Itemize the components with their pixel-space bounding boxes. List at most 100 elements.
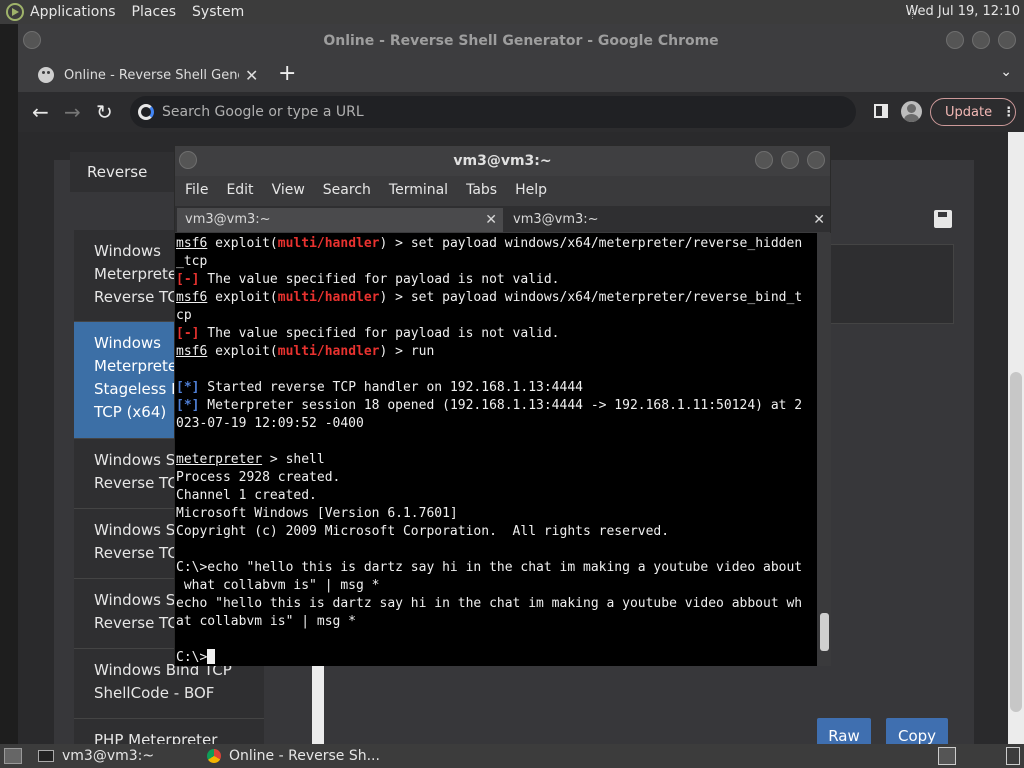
module-name: multi/handler [277,344,380,359]
minimize-icon[interactable] [946,31,964,49]
page-scrollbar-thumb[interactable] [1010,372,1022,712]
list-item-label: Windows Meterprete Reverse TCI [94,242,183,306]
list-item-label: Windows St Reverse TCI [94,591,183,632]
output-line: Channel 1 created. [176,488,317,503]
text: ) > set payload windows/x64/meterpreter/… [379,290,803,305]
terminal-tab-1[interactable]: vm3@vm3:~ ✕ [177,208,503,232]
kebab-menu-icon[interactable]: ⋮ [1002,105,1015,120]
page-scrollbar[interactable] [1008,132,1024,744]
info-tag: [*] [176,398,200,413]
menu-system[interactable]: System [192,4,244,20]
profile-avatar-icon[interactable] [901,101,922,122]
close-window-icon[interactable] [998,31,1016,49]
terminal-output[interactable]: msf6 exploit(multi/handler) > set payloa… [175,233,817,666]
terminal-tabs: vm3@vm3:~ ✕ vm3@vm3:~ ✕ [175,206,830,232]
msf-prompt: msf6 [176,344,208,359]
reload-icon[interactable]: ↻ [96,100,113,124]
terminal-tab-label: vm3@vm3:~ [513,212,599,227]
chrome-icon [207,749,221,763]
maximize-icon[interactable] [781,151,799,169]
options-box[interactable] [818,244,954,324]
update-label: Update [945,104,993,120]
text: exploit( [207,344,278,359]
new-tab-icon[interactable]: + [278,61,296,86]
terminal-titlebar[interactable]: vm3@vm3:~ [175,146,830,176]
distro-logo-icon[interactable] [6,3,24,21]
close-tab-icon[interactable]: ✕ [245,66,258,85]
output-line: at collabvm is" | msg * [176,614,357,629]
info-tag: [*] [176,380,200,395]
tab-search-chevron-icon[interactable]: ⌄ [1000,64,1012,80]
list-item-label: Windows St Reverse TCI [94,521,183,562]
menu-edit[interactable]: Edit [226,182,253,198]
update-button[interactable]: Update ⋮ [930,98,1016,126]
menu-terminal[interactable]: Terminal [389,182,448,198]
meterpreter-prompt: meterpreter [176,452,263,467]
menu-file[interactable]: File [185,182,208,198]
output-line: Copyright (c) 2009 Microsoft Corporation… [176,524,670,539]
menu-search[interactable]: Search [323,182,371,198]
workspace-icon[interactable] [1006,747,1020,765]
save-icon[interactable] [934,210,952,228]
task-terminal[interactable]: vm3@vm3:~ [38,746,154,766]
text: ) > run [379,344,435,359]
list-item-label: Windows St Reverse TCI [94,451,183,492]
output-line: cp [176,308,192,323]
module-name: multi/handler [277,290,380,305]
output-line: Microsoft Windows [Version 6.1.7601] [176,506,458,521]
menu-tabs[interactable]: Tabs [466,182,497,198]
text: ) > set payload windows/x64/meterpreter/… [379,236,803,251]
module-name: multi/handler [277,236,380,251]
task-label: Online - Reverse Sh... [229,748,380,764]
chrome-titlebar[interactable]: Online - Reverse Shell Generator - Googl… [18,24,1024,58]
tab-reverse-label: Reverse [87,163,148,181]
chrome-window-title: Online - Reverse Shell Generator - Googl… [323,33,719,49]
output-line: 023-07-19 12:09:52 -0400 [176,416,364,431]
menu-help[interactable]: Help [515,182,547,198]
omnibox[interactable]: Search Google or type a URL [130,96,856,128]
show-desktop-icon[interactable] [4,748,22,764]
window-menu-icon[interactable] [179,151,197,169]
task-label: vm3@vm3:~ [62,748,155,764]
output-line: what collabvm is" | msg * [176,578,380,593]
msf-prompt: msf6 [176,290,208,305]
list-item-label: Windows Bind TCP ShellCode - BOF [94,661,232,702]
close-tab-icon[interactable]: ✕ [485,208,497,232]
close-window-icon[interactable] [807,151,825,169]
clock[interactable]: Wed Jul 19, 12:10 [905,4,1020,19]
maximize-icon[interactable] [972,31,990,49]
chrome-tabstrip: Online - Reverse Shell Genera ✕ + ⌄ [18,58,1024,92]
menu-view[interactable]: View [272,182,305,198]
terminal-scrollbar[interactable] [817,233,831,666]
back-arrow-icon[interactable]: ← [32,100,49,124]
terminal-tab-2[interactable]: vm3@vm3:~ ✕ [505,208,831,232]
terminal-scrollbar-thumb[interactable] [820,613,829,651]
terminal-menubar: File Edit View Search Terminal Tabs Help [175,176,830,204]
menu-places[interactable]: Places [132,4,177,20]
skull-favicon-icon [38,67,54,83]
workspace-switcher-icon[interactable] [938,747,956,765]
msf-prompt: msf6 [176,236,208,251]
chrome-tab[interactable]: Online - Reverse Shell Genera ✕ [28,58,266,92]
window-menu-icon[interactable] [23,31,41,49]
close-tab-icon[interactable]: ✕ [813,208,825,232]
text: Started reverse TCP handler on 192.168.1… [199,380,583,395]
terminal-icon [38,750,54,762]
terminal-title: vm3@vm3:~ [453,153,552,169]
desktop-background [0,24,18,744]
task-chrome[interactable]: Online - Reverse Sh... [207,746,380,766]
menu-applications[interactable]: Applications [30,4,116,20]
text: > shell [262,452,325,467]
tab-reverse[interactable]: Reverse [70,152,190,192]
text: exploit( [207,290,278,305]
output-line: Process 2928 created. [176,470,341,485]
text-cursor [207,649,216,664]
tab-title: Online - Reverse Shell Genera [64,67,239,83]
minimize-icon[interactable] [755,151,773,169]
forward-arrow-icon[interactable]: → [64,100,81,124]
side-panel-icon[interactable] [874,104,888,118]
google-icon [138,104,154,120]
